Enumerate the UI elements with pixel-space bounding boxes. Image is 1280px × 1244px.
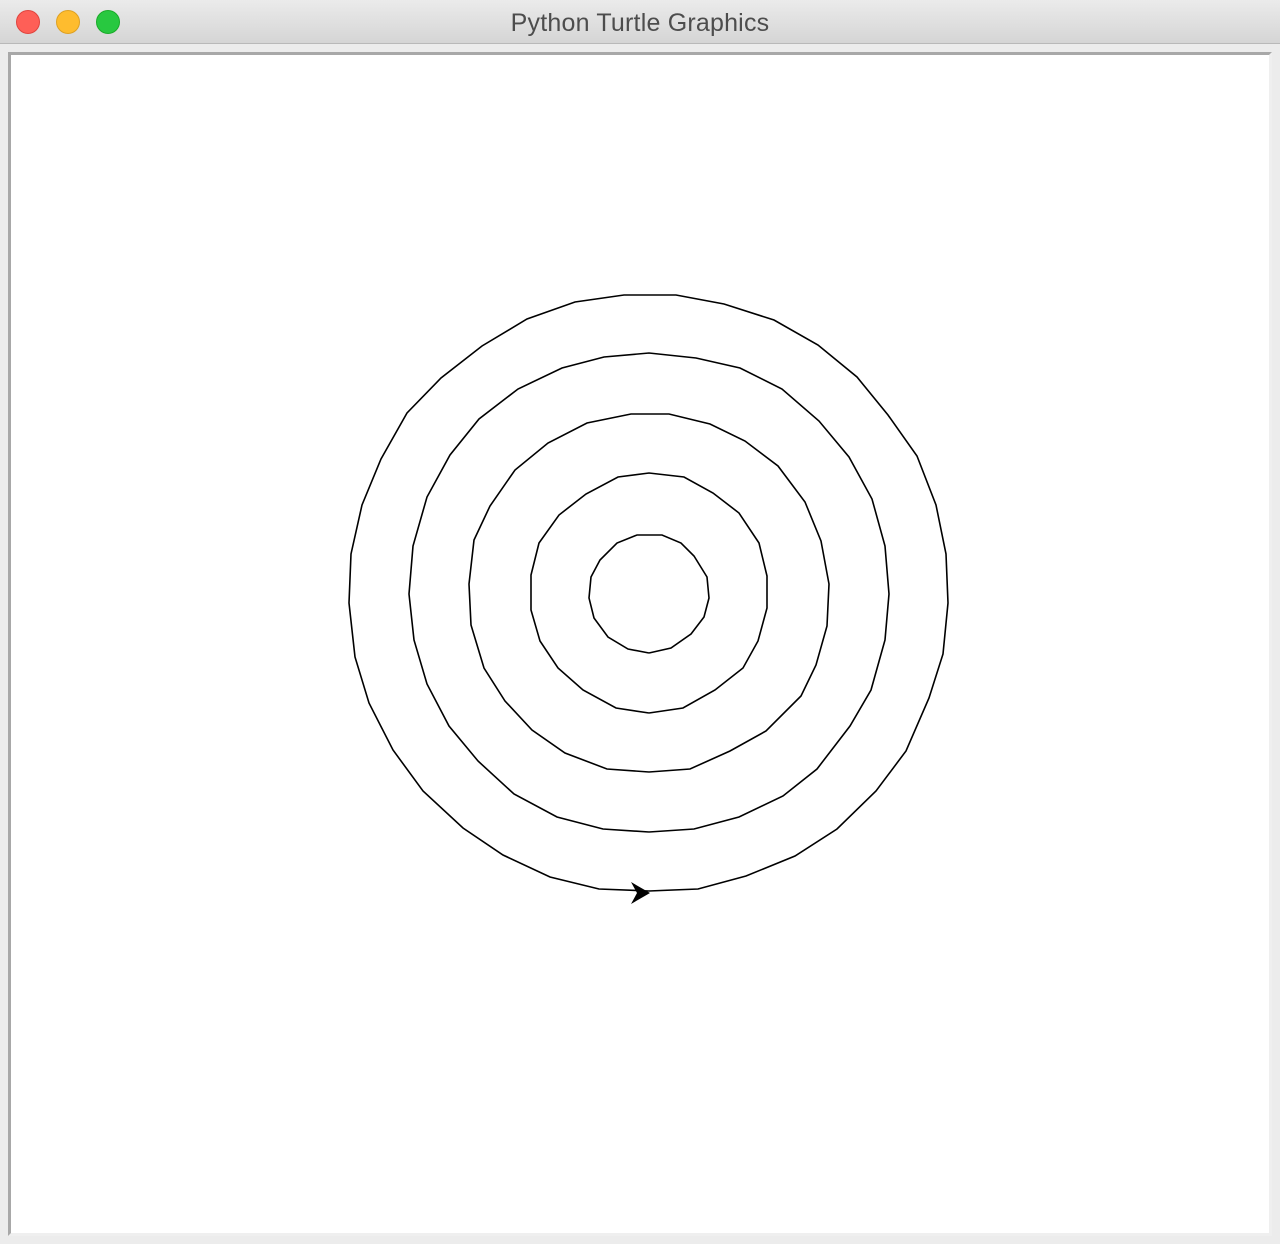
- spiral-ring-3: [468, 413, 830, 773]
- spiral-ring-4: [530, 472, 768, 714]
- drawing-surface: [348, 294, 949, 904]
- turtle-canvas[interactable]: [8, 52, 1272, 1236]
- spiral-path: [348, 294, 949, 892]
- turtle-arrow-icon: [631, 882, 650, 904]
- spiral-ring-2: [408, 352, 890, 833]
- turtle-window: Python Turtle Graphics: [0, 0, 1280, 1244]
- spiral-ring-5: [588, 534, 710, 654]
